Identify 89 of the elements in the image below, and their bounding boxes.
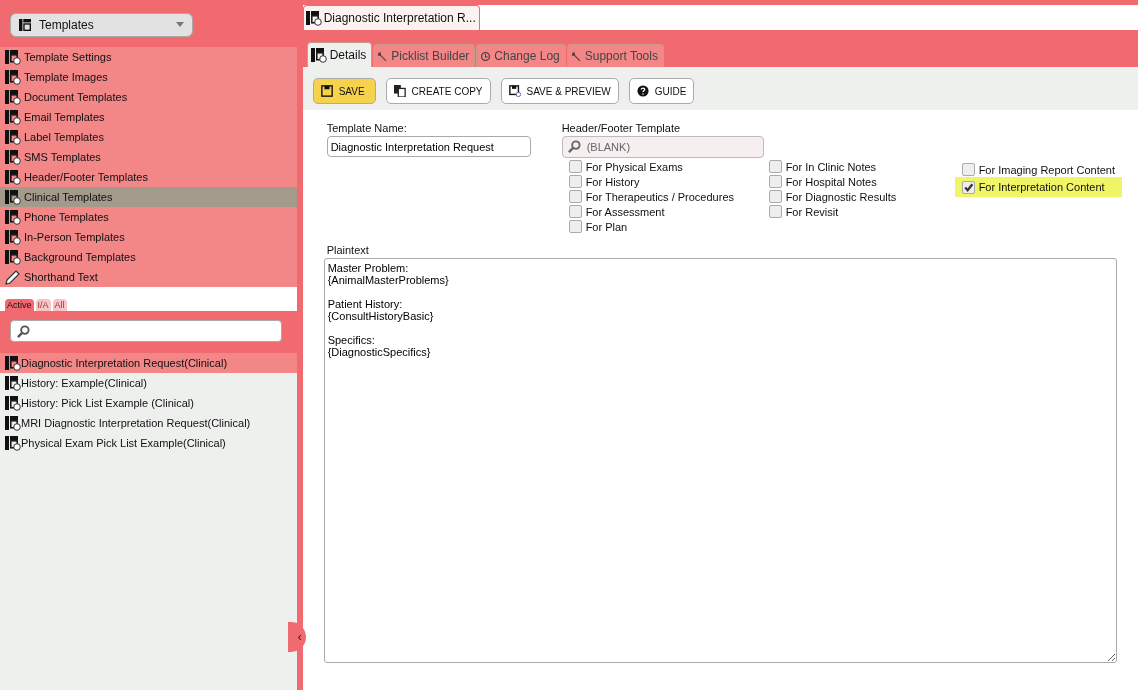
- tab[interactable]: Details: [306, 42, 373, 67]
- menu-item[interactable]: Phone Templates: [0, 207, 297, 227]
- toolbar-button[interactable]: CREATE COPY: [385, 78, 491, 104]
- template-icon: [5, 229, 21, 245]
- checkbox-option[interactable]: For Interpretation Content: [954, 177, 1122, 197]
- module-dropdown[interactable]: Templates: [10, 12, 193, 37]
- copy-icon: [393, 85, 406, 97]
- tab[interactable]: Support Tools: [566, 44, 664, 67]
- menu-item[interactable]: Shorthand Text: [0, 267, 297, 287]
- plaintext-field[interactable]: Master Problem: {AnimalMasterProblems} Patient History: {ConsultHistoryBasic} Specifics: {DiagnosticSpecifics}: [323, 258, 1117, 663]
- template-icon: [5, 189, 21, 205]
- template-icon: [310, 47, 327, 63]
- menu-item[interactable]: In-Person Templates: [0, 227, 297, 247]
- checkbox[interactable]: [568, 160, 582, 173]
- field-label: Plaintext: [326, 244, 370, 256]
- menu-item[interactable]: Template Images: [0, 67, 297, 87]
- template-icon: [5, 69, 21, 85]
- menu-item[interactable]: Background Templates: [0, 247, 297, 267]
- template-name-field[interactable]: Diagnostic Interpretation Request: [326, 136, 531, 157]
- template-icon: [305, 10, 322, 26]
- checkbox[interactable]: [768, 190, 782, 203]
- template-icon: [5, 395, 21, 411]
- caret-icon: [176, 22, 184, 27]
- template-icon: [5, 129, 21, 145]
- checkbox[interactable]: [768, 205, 782, 218]
- tab[interactable]: Change Log: [476, 44, 566, 67]
- document-tab[interactable]: Diagnostic Interpretation R...: [302, 5, 480, 30]
- menu-item[interactable]: Template Settings: [0, 47, 297, 67]
- menu-item[interactable]: Label Templates: [0, 127, 297, 147]
- template-icon: [5, 435, 21, 451]
- template-icon: [5, 109, 21, 125]
- template-icon: [5, 89, 21, 105]
- menu-item[interactable]: Header/Footer Templates: [0, 167, 297, 187]
- template-list-item[interactable]: History: Example(Clinical): [0, 373, 297, 393]
- checkbox-option[interactable]: For Imaging Report Content: [954, 162, 1122, 177]
- wrench-icon: [377, 50, 389, 62]
- template-icon: [19, 18, 31, 31]
- template-icon: [5, 249, 21, 265]
- history-icon: [480, 50, 492, 62]
- search-icon: [17, 324, 30, 338]
- template-icon: [5, 375, 21, 391]
- template-icon: [5, 149, 21, 165]
- checkbox[interactable]: [568, 220, 582, 233]
- menu-item[interactable]: Email Templates: [0, 107, 297, 127]
- template-list-item[interactable]: MRI Diagnostic Interpretation Request(Clinical): [0, 413, 297, 433]
- template-list-item[interactable]: Physical Exam Pick List Example(Clinical): [0, 433, 297, 453]
- field-label: Template Name:: [326, 122, 408, 134]
- search-icon: [567, 140, 581, 153]
- wrench-icon: [570, 50, 582, 62]
- template-icon: [5, 49, 21, 65]
- floppy-icon: [320, 85, 333, 97]
- toolbar-button[interactable]: SAVE: [312, 78, 376, 104]
- checkbox[interactable]: [768, 160, 782, 173]
- checkbox-option[interactable]: For In Clinic Notes: [761, 159, 955, 174]
- help-icon: [636, 85, 649, 97]
- search-field[interactable]: [10, 320, 282, 342]
- menu-item[interactable]: Document Templates: [0, 87, 297, 107]
- tab[interactable]: Picklist Builder: [373, 44, 476, 67]
- floppy-icon: [508, 85, 521, 97]
- filter-tab[interactable]: I/A: [35, 299, 51, 311]
- checkbox[interactable]: [961, 180, 975, 194]
- template-icon: [5, 169, 21, 185]
- toolbar-button[interactable]: GUIDE: [628, 78, 695, 104]
- checkbox[interactable]: [568, 175, 582, 188]
- checkbox[interactable]: [961, 163, 975, 176]
- checkbox-option[interactable]: For Physical Exams: [561, 159, 762, 174]
- checkbox-option[interactable]: For Diagnostic Results: [761, 189, 955, 204]
- checkbox-option[interactable]: For Revisit: [761, 204, 955, 219]
- checkbox-option[interactable]: For History: [561, 174, 762, 189]
- template-icon: [5, 209, 21, 225]
- menu-item[interactable]: Clinical Templates: [0, 187, 297, 207]
- checkbox[interactable]: [568, 205, 582, 218]
- toolbar-button[interactable]: SAVE & PREVIEW: [500, 78, 619, 104]
- pencil-icon: [5, 269, 21, 285]
- field-label: Header/Footer Template: [561, 122, 682, 134]
- checkbox-option[interactable]: For Plan: [561, 219, 762, 234]
- template-list-item[interactable]: History: Pick List Example (Clinical): [0, 393, 297, 413]
- checkbox[interactable]: [568, 190, 582, 203]
- checkbox-option[interactable]: For Hospital Notes: [761, 174, 955, 189]
- checkbox-option[interactable]: For Therapeutics / Procedures: [561, 189, 762, 204]
- filter-tab[interactable]: Active: [5, 299, 34, 311]
- checkbox-option[interactable]: For Assessment: [561, 204, 762, 219]
- filter-tab[interactable]: All: [52, 299, 67, 311]
- header-footer-field[interactable]: (BLANK): [561, 136, 764, 158]
- template-icon: [5, 415, 21, 431]
- checkbox[interactable]: [768, 175, 782, 188]
- template-list-item[interactable]: Diagnostic Interpretation Request(Clinical): [0, 353, 297, 373]
- menu-item[interactable]: SMS Templates: [0, 147, 297, 167]
- template-icon: [5, 355, 21, 371]
